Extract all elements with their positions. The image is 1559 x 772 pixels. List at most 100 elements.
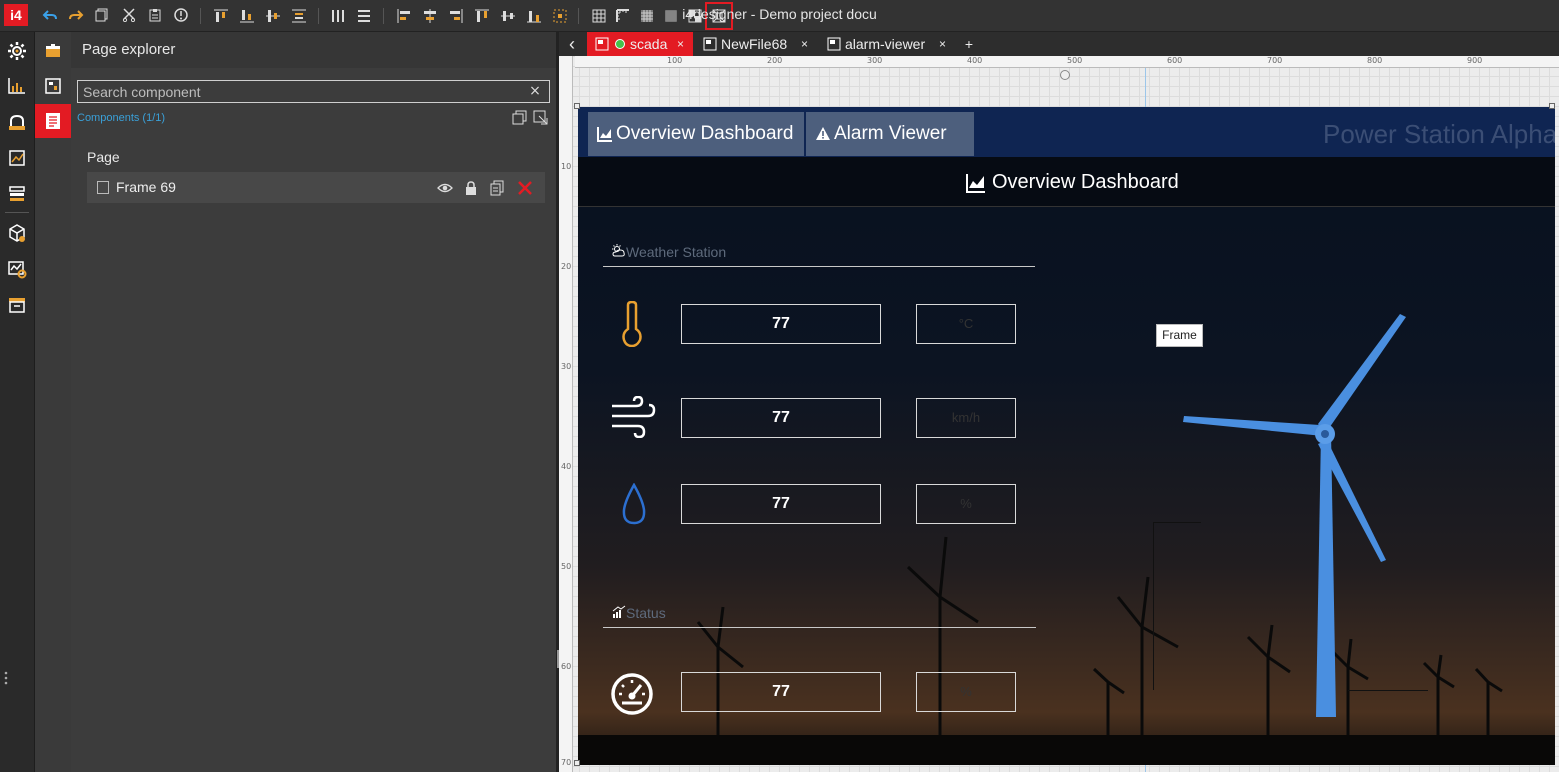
components-count[interactable]: Components (1/1)	[77, 112, 165, 124]
horizontal-ruler: 100 200 300 400 500 600 700 800 900	[575, 56, 1559, 68]
app-logo: i4	[4, 4, 28, 26]
widgets-icon[interactable]	[6, 147, 28, 169]
gauge-icon	[611, 673, 653, 715]
copy-icon[interactable]	[92, 6, 112, 26]
align-left-icon[interactable]	[394, 6, 414, 26]
tab-alarm-viewer[interactable]: alarm-viewer ×	[825, 32, 953, 56]
grid-icon[interactable]	[589, 6, 609, 26]
redo-icon[interactable]	[66, 6, 86, 26]
tab-scada[interactable]: scada ×	[587, 32, 693, 56]
wind-speed-unit: km/h	[916, 398, 1016, 438]
undo-icon[interactable]	[40, 6, 60, 26]
status-icon	[612, 605, 626, 618]
page-icon	[827, 37, 841, 51]
status-dot	[615, 39, 625, 49]
grid-fine-icon[interactable]	[661, 6, 681, 26]
frame-checkbox[interactable]	[97, 181, 109, 194]
ruler-label: 800	[1367, 56, 1383, 65]
align-center-icon[interactable]	[420, 6, 440, 26]
ruler-label: 50	[561, 562, 572, 571]
align-bottom2-icon[interactable]	[524, 6, 544, 26]
delete-icon[interactable]	[517, 180, 533, 196]
frame-69[interactable]: Overview Dashboard Alarm Viewer Power St…	[578, 107, 1555, 765]
dashboard-icon[interactable]	[6, 75, 28, 97]
rows-icon[interactable]	[354, 6, 374, 26]
document-tabs: ‹ scada × NewFile68 × alarm-viewer × +	[559, 32, 1559, 56]
package-icon[interactable]	[6, 222, 28, 244]
resize-handle[interactable]	[574, 103, 580, 109]
status-value: 77	[681, 672, 881, 712]
nav-label: Alarm Viewer	[834, 123, 947, 144]
lock-icon[interactable]	[463, 180, 479, 196]
toolbox-icon[interactable]	[6, 111, 28, 133]
align-middle2-icon[interactable]	[498, 6, 518, 26]
ruler-label: 100	[667, 56, 683, 65]
list-item[interactable]: Frame 69	[87, 172, 545, 203]
toolbar-separator	[383, 8, 384, 24]
panel-title: Page explorer	[82, 41, 176, 58]
frame-tooltip: Frame	[1156, 324, 1203, 347]
toolbar-separator	[578, 8, 579, 24]
toolbar-separator	[200, 8, 201, 24]
tabs-back-button[interactable]: ‹	[561, 32, 583, 56]
columns-icon[interactable]	[328, 6, 348, 26]
humidity-value: 77	[681, 484, 881, 524]
nav-label: Overview Dashboard	[616, 123, 794, 144]
page-explorer-tab[interactable]	[35, 104, 71, 138]
ruler-label: 300	[867, 56, 883, 65]
ruler-icon[interactable]	[613, 6, 633, 26]
toolbox-tab[interactable]	[35, 34, 71, 68]
paste-icon[interactable]	[145, 6, 165, 26]
section-divider	[603, 266, 1035, 267]
clear-search-icon[interactable]: ×	[527, 83, 543, 99]
ruler-label: 600	[1167, 56, 1183, 65]
duplicate-icon[interactable]	[512, 110, 528, 126]
sidebar-divider	[5, 212, 29, 213]
nav-overview-dashboard[interactable]: Overview Dashboard	[588, 112, 804, 156]
close-tab-icon[interactable]: ×	[939, 32, 946, 56]
section-divider	[603, 627, 1036, 628]
align-top2-icon[interactable]	[472, 6, 492, 26]
search-input[interactable]	[77, 80, 550, 103]
section-title: Weather Station	[626, 244, 727, 260]
layers-icon[interactable]	[6, 183, 28, 205]
align-top-icon[interactable]	[211, 6, 231, 26]
eye-icon[interactable]	[437, 180, 453, 196]
frame-select-icon[interactable]	[705, 2, 733, 30]
select-filter-icon[interactable]	[533, 110, 549, 126]
tab-newfile68[interactable]: NewFile68 ×	[699, 32, 817, 56]
list-item-label: Frame 69	[116, 179, 176, 195]
align-distribute-icon[interactable]	[289, 6, 309, 26]
grid-toggle-icon[interactable]	[685, 6, 705, 26]
config-icon[interactable]	[6, 258, 28, 280]
tab-label: scada	[630, 36, 668, 52]
ruler-label: 900	[1467, 56, 1483, 65]
close-tab-icon[interactable]: ×	[677, 32, 684, 56]
chart-icon	[597, 127, 612, 142]
nav-alarm-viewer[interactable]: Alarm Viewer	[806, 112, 974, 156]
section-title: Status	[626, 605, 666, 621]
info-icon[interactable]	[171, 6, 191, 26]
component-tab[interactable]	[35, 69, 71, 103]
more-icon[interactable]	[3, 670, 9, 686]
resize-handle[interactable]	[574, 760, 580, 766]
align-middle-icon[interactable]	[263, 6, 283, 26]
archive-icon[interactable]	[6, 294, 28, 316]
component-icon	[45, 78, 61, 94]
snap-icon[interactable]	[550, 6, 570, 26]
add-tab-button[interactable]: +	[961, 32, 977, 56]
align-bottom-icon[interactable]	[237, 6, 257, 26]
settings-icon[interactable]	[6, 40, 28, 62]
resize-handle[interactable]	[1549, 103, 1555, 109]
cut-icon[interactable]	[119, 6, 139, 26]
copy-item-icon[interactable]	[489, 180, 505, 196]
wind-speed-value: 77	[681, 398, 881, 438]
rotate-handle[interactable]	[1060, 70, 1070, 80]
close-tab-icon[interactable]: ×	[801, 32, 808, 56]
chart-icon	[966, 174, 985, 193]
grid-dense-icon[interactable]	[637, 6, 657, 26]
vertical-ruler: 10 20 30 40 50 60 70	[559, 56, 573, 772]
align-right-icon[interactable]	[446, 6, 466, 26]
humidity-unit: %	[916, 484, 1016, 524]
page-explorer-icon	[46, 113, 60, 129]
